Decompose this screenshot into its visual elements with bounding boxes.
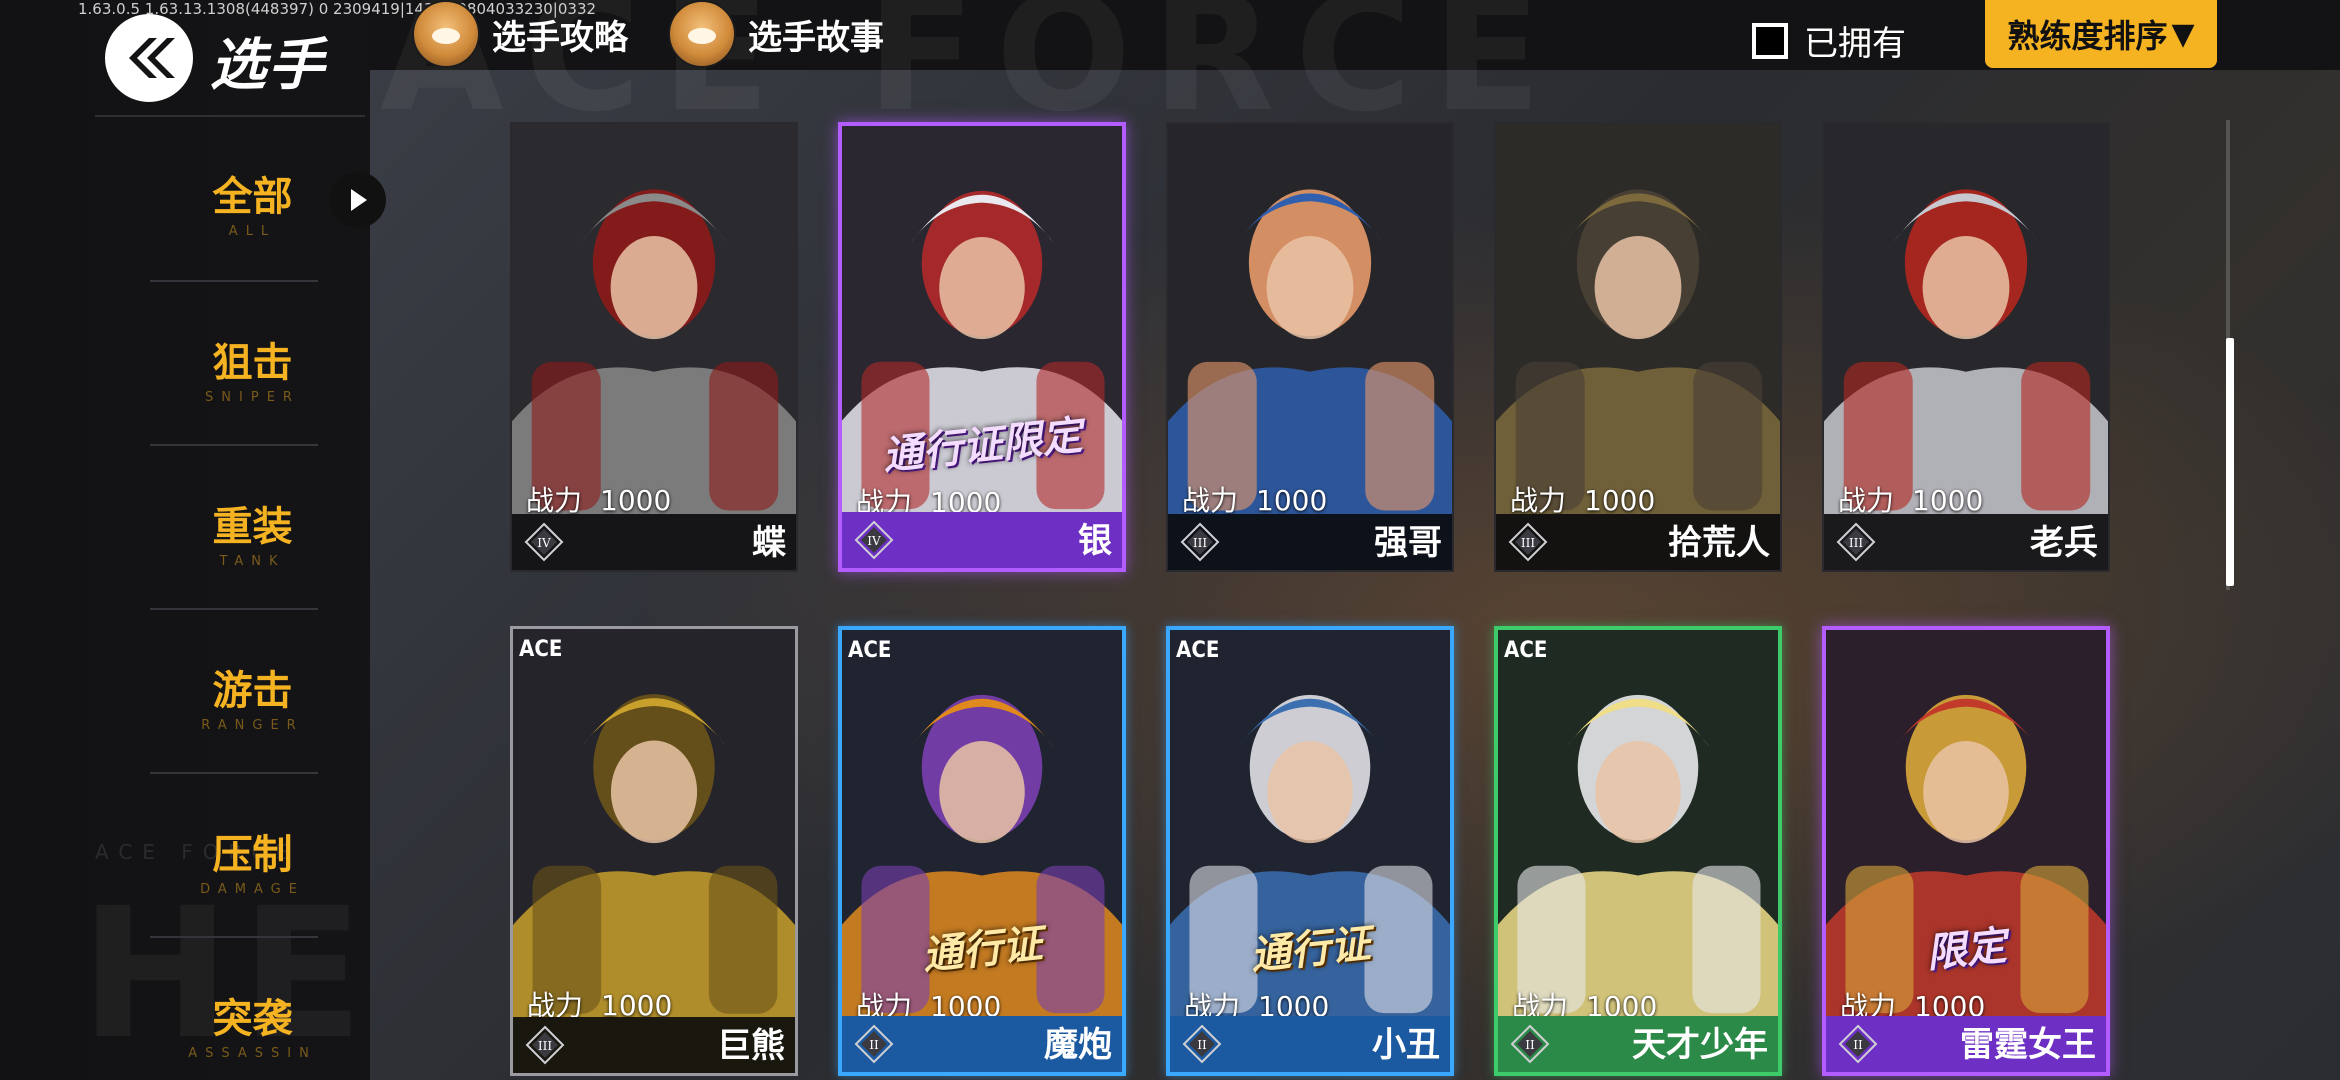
shiba-avatar-icon (412, 0, 480, 68)
play-icon (330, 172, 386, 228)
sidebar-item-sniper[interactable]: 狙击 SNIPER (105, 310, 400, 420)
ace-tag: ACE (1176, 638, 1220, 663)
tier-diamond-icon: II (854, 1024, 894, 1064)
divider (150, 936, 318, 938)
power-label: 战力 (1838, 484, 1895, 517)
story-link-label: 选手故事 (748, 17, 884, 58)
sidebar-item-sublabel: DAMAGE (200, 882, 305, 897)
power-rating: 战力 1000 (1838, 479, 1983, 519)
sidebar-item-label: 突袭 (212, 996, 293, 1042)
sidebar-item-sublabel: ASSASSIN (188, 1046, 317, 1061)
top-bar: 1.63.0.5 1.63.13.1308(448397) 0 2309419|… (0, 0, 2340, 102)
owned-checkbox[interactable] (1752, 22, 1788, 59)
divider (150, 772, 318, 774)
character-card[interactable]: ACE 战力 1000 II 天才少年 (1494, 626, 1782, 1076)
sidebar-item-label: 游击 (212, 668, 293, 714)
scrollbar-thumb[interactable] (2226, 338, 2234, 586)
character-card[interactable]: 战力 1000 III 拾荒人 (1494, 122, 1782, 572)
tier-diamond-icon: III (1836, 522, 1876, 562)
power-label: 战力 (1182, 484, 1239, 517)
power-rating: 战力 1000 (526, 479, 671, 519)
character-name: 小丑 (1372, 1025, 1440, 1065)
tier-numeral: II (1853, 1038, 1863, 1052)
sidebar-item-ranger[interactable]: 游击 RANGER (105, 638, 400, 748)
tier-diamond-icon: IV (854, 520, 894, 560)
ace-tag: ACE (848, 638, 892, 663)
ace-tag: ACE (1504, 638, 1548, 663)
tier-numeral: IV (867, 534, 881, 548)
power-value: 1000 (1584, 484, 1656, 517)
divider (150, 608, 318, 610)
sort-label: 熟练度排序 (2007, 17, 2168, 55)
character-card[interactable]: 通行证限定 战力 1000 IV 银 (838, 122, 1126, 572)
tier-numeral: II (1197, 1038, 1207, 1052)
sidebar-item-label: 压制 (212, 832, 293, 878)
title-divider (95, 115, 365, 117)
page-title: 选手 (210, 33, 326, 98)
character-card[interactable]: 战力 1000 III 强哥 (1166, 122, 1454, 572)
sort-dropdown-button[interactable]: 熟练度排序 ▼ (1985, 0, 2217, 68)
sidebar-item-label: 重装 (212, 504, 293, 550)
sidebar-item-sublabel: RANGER (201, 718, 304, 733)
power-rating: 战力 1000 (1182, 479, 1327, 519)
tier-numeral: III (1521, 536, 1535, 550)
shiba-avatar-icon (668, 0, 736, 68)
ace-tag: ACE (519, 637, 563, 662)
character-name: 天才少年 (1632, 1025, 1768, 1065)
tier-numeral: IV (537, 536, 551, 550)
tier-diamond-icon: III (1180, 522, 1220, 562)
character-card[interactable]: ACE 战力 1000 III 巨熊 (510, 626, 798, 1076)
power-label: 战力 (526, 484, 583, 517)
tier-numeral: III (1849, 536, 1863, 550)
owned-filter-toggle[interactable]: 已拥有 (1752, 16, 1906, 65)
limited-badge: 限定 (1924, 922, 2009, 978)
character-name: 强哥 (1374, 523, 1442, 563)
tier-diamond-icon: II (1510, 1024, 1550, 1064)
power-value: 1000 (600, 484, 672, 517)
character-card[interactable]: 战力 1000 IV 蝶 (510, 122, 798, 572)
power-value: 1000 (1912, 484, 1984, 517)
strategy-link[interactable]: 选手攻略 (412, 0, 628, 68)
character-card[interactable]: ACE 通行证 战力 1000 II 小丑 (1166, 626, 1454, 1076)
story-link[interactable]: 选手故事 (668, 0, 884, 68)
character-name: 雷霆女王 (1960, 1025, 2096, 1065)
tier-numeral: II (869, 1038, 879, 1052)
sidebar-item-label: 狙击 (212, 340, 293, 386)
character-name: 老兵 (2030, 523, 2098, 563)
double-chevron-left-icon (129, 38, 175, 78)
character-card[interactable]: 限定 战力 1000 II 雷霆女王 (1822, 626, 2110, 1076)
divider (150, 444, 318, 446)
tier-numeral: III (1193, 536, 1207, 550)
sidebar-item-tank[interactable]: 重装 TANK (105, 474, 400, 584)
owned-filter-label: 已拥有 (1804, 24, 1906, 64)
tier-diamond-icon: III (1508, 522, 1548, 562)
character-name: 银 (1078, 521, 1112, 561)
character-name: 魔炮 (1044, 1025, 1112, 1065)
tier-diamond-icon: IV (524, 522, 564, 562)
sidebar-item-damage[interactable]: 压制 DAMAGE (105, 802, 400, 912)
tier-diamond-icon: II (1838, 1024, 1878, 1064)
sidebar-item-all[interactable]: 全部 ALL (105, 144, 400, 254)
character-name: 蝶 (752, 523, 786, 563)
sidebar-item-sublabel: SNIPER (205, 390, 300, 405)
power-label: 战力 (1510, 484, 1567, 517)
power-value: 1000 (1256, 484, 1328, 517)
tier-diamond-icon: III (525, 1025, 565, 1065)
strategy-link-label: 选手攻略 (492, 17, 628, 58)
character-name: 拾荒人 (1668, 523, 1770, 563)
tier-numeral: III (538, 1039, 552, 1053)
power-rating: 战力 1000 (1510, 479, 1655, 519)
tier-diamond-icon: II (1182, 1024, 1222, 1064)
sidebar-item-sublabel: TANK (219, 554, 286, 569)
character-card[interactable]: 战力 1000 III 老兵 (1822, 122, 2110, 572)
tier-numeral: II (1525, 1038, 1535, 1052)
character-card[interactable]: ACE 通行证 战力 1000 II 魔炮 (838, 626, 1126, 1076)
character-name: 巨熊 (717, 1026, 785, 1066)
divider (150, 280, 318, 282)
sidebar-item-assassin[interactable]: 突袭 ASSASSIN (105, 966, 400, 1076)
triangle-down-icon: ▼ (2171, 16, 2195, 52)
back-button[interactable] (105, 14, 193, 102)
